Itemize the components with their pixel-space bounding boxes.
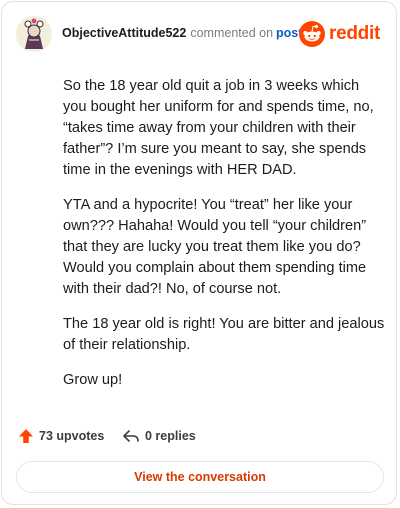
reddit-alien-icon [299,21,326,47]
comment-paragraph: So the 18 year old quit a job in 3 weeks… [63,78,374,178]
upvote-stat[interactable]: 73 upvotes [18,426,104,446]
reddit-brand[interactable]: reddit [299,20,380,48]
comment-paragraph: YTA and a hypocrite! You “treat” her lik… [63,197,367,297]
comment-header: ObjectiveAttitude522 commented on post red… [16,16,382,54]
comment-paragraph: Grow up! [63,372,123,388]
comment-body: So the 18 year old quit a job in 3 weeks… [63,76,385,405]
replies-count: 0 replies [145,429,196,443]
upvotes-count: 73 upvotes [39,429,105,443]
comment-paragraph: The 18 year old is right! You are bitter… [63,316,385,353]
comment-meta: ObjectiveAttitude522 commented on post [62,26,302,40]
action-text: commented on [190,26,274,40]
replies-stat[interactable]: 0 replies [122,426,196,446]
avatar-image [16,16,52,52]
reply-arrow-icon [123,430,139,442]
view-conversation-button[interactable]: View the conversation [16,461,384,493]
reddit-wordmark: reddit [329,23,380,44]
comment-card: ObjectiveAttitude522 commented on post red… [1,1,397,505]
upvote-arrow-icon [19,429,33,443]
avatar[interactable] [16,16,52,52]
username-link[interactable]: ObjectiveAttitude522 [62,26,186,40]
